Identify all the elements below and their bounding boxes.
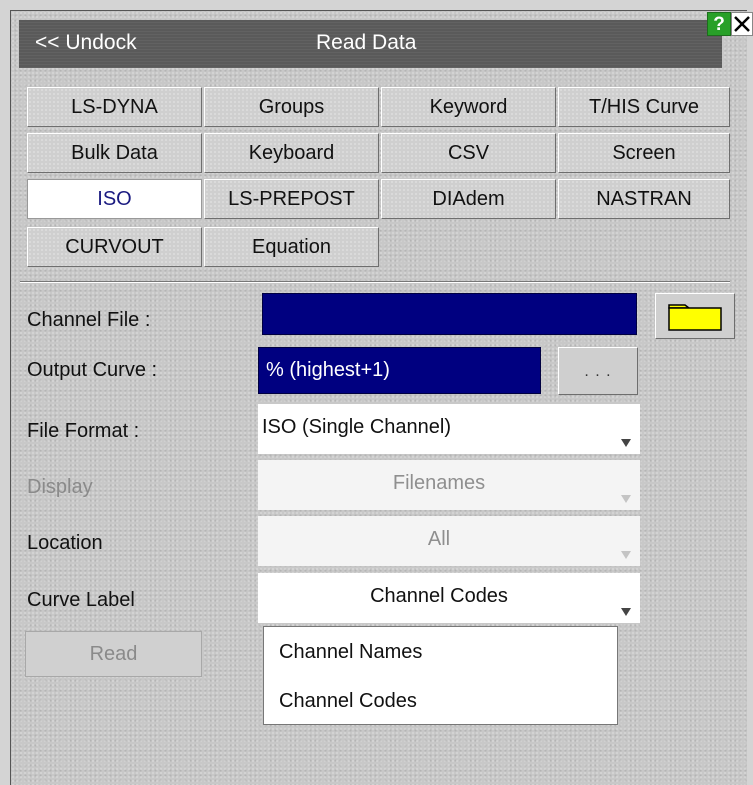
- location-value: All: [427, 528, 451, 550]
- title-bar: << Undock Read Data: [19, 20, 722, 68]
- channel-file-label: Channel File :: [27, 309, 151, 331]
- location-dropdown[interactable]: All: [258, 516, 640, 566]
- tab-csv[interactable]: CSV: [381, 133, 556, 173]
- divider: [20, 281, 730, 283]
- curve-label-dropdown[interactable]: Channel Codes: [258, 573, 640, 623]
- location-label: Location: [27, 532, 103, 554]
- dropdown-caret-icon: [621, 608, 631, 616]
- display-dropdown[interactable]: Filenames: [258, 460, 640, 510]
- window-title: Read Data: [316, 31, 417, 54]
- dropdown-caret-icon: [621, 495, 631, 503]
- browse-folder-button[interactable]: [655, 293, 735, 339]
- tab-ls-prepost[interactable]: LS-PREPOST: [204, 179, 379, 219]
- output-curve-field[interactable]: % (highest+1): [258, 347, 541, 394]
- tab-groups[interactable]: Groups: [204, 87, 379, 127]
- display-value: Filenames: [392, 472, 486, 494]
- tab-curvout[interactable]: CURVOUT: [27, 227, 202, 267]
- tab-iso[interactable]: ISO: [27, 179, 202, 219]
- help-icon[interactable]: ?: [707, 12, 731, 36]
- close-icon[interactable]: [731, 12, 753, 36]
- tab-nastran[interactable]: NASTRAN: [558, 179, 730, 219]
- display-label: Display: [27, 476, 93, 498]
- curve-label-label: Curve Label: [27, 589, 135, 611]
- dropdown-caret-icon: [621, 439, 631, 447]
- tab-ls-dyna[interactable]: LS-DYNA: [27, 87, 202, 127]
- curve-label-value: Channel Codes: [370, 585, 508, 607]
- read-button[interactable]: Read: [25, 631, 202, 677]
- output-curve-more-button[interactable]: . . .: [558, 347, 638, 395]
- tab-keyword[interactable]: Keyword: [381, 87, 556, 127]
- dropdown-caret-icon: [621, 551, 631, 559]
- tab-equation[interactable]: Equation: [204, 227, 379, 267]
- menu-item-channel-names[interactable]: Channel Names: [279, 641, 422, 664]
- curve-label-menu: Channel Names Channel Codes: [263, 626, 618, 725]
- folder-icon: [668, 304, 722, 331]
- output-curve-label: Output Curve :: [27, 359, 158, 381]
- tab-this-curve[interactable]: T/HIS Curve: [558, 87, 730, 127]
- menu-item-channel-codes[interactable]: Channel Codes: [279, 690, 417, 713]
- tab-screen[interactable]: Screen: [558, 133, 730, 173]
- file-format-dropdown[interactable]: ISO (Single Channel): [258, 404, 640, 454]
- file-format-value: ISO (Single Channel): [262, 416, 451, 438]
- file-format-label: File Format :: [27, 420, 140, 442]
- tab-bulk-data[interactable]: Bulk Data: [27, 133, 202, 173]
- tab-diadem[interactable]: DIAdem: [381, 179, 556, 219]
- undock-button[interactable]: << Undock: [35, 31, 137, 55]
- channel-file-field[interactable]: [262, 293, 637, 335]
- tab-keyboard[interactable]: Keyboard: [204, 133, 379, 173]
